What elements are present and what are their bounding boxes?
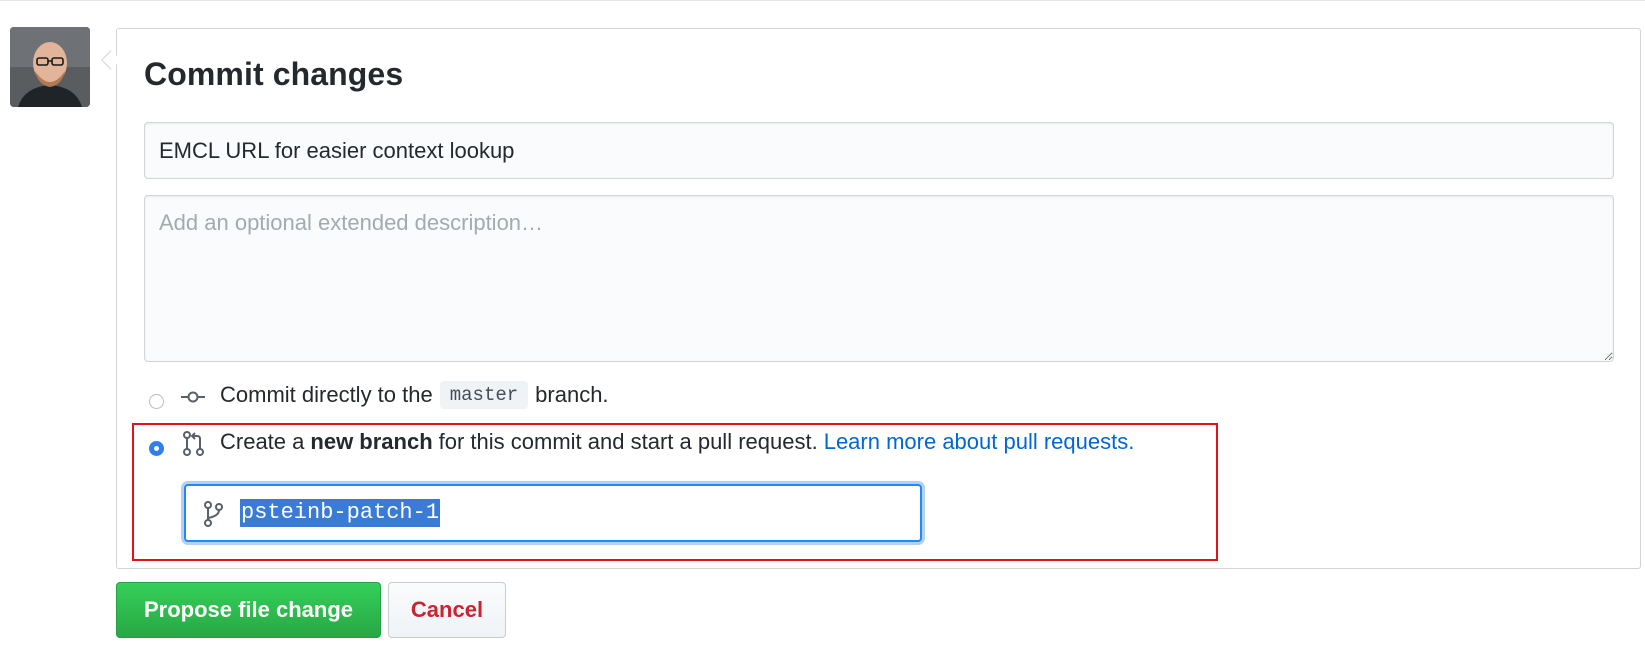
learn-more-pull-requests-link[interactable]: Learn more about pull requests.	[824, 429, 1135, 455]
commit-direct-prefix: Commit directly to the	[220, 382, 433, 407]
commit-title: Commit changes	[144, 56, 404, 92]
new-branch-radio[interactable]	[149, 441, 164, 456]
new-branch-prefix: Create a	[220, 429, 305, 454]
commit-description-textarea[interactable]	[144, 195, 1614, 362]
new-branch-suffix: for this commit and start a pull request…	[438, 429, 818, 454]
cancel-button[interactable]: Cancel	[388, 582, 506, 638]
git-commit-icon	[181, 391, 205, 403]
base-branch-name: master	[439, 381, 529, 409]
branch-name-value[interactable]: psteinb-patch-1	[240, 499, 441, 527]
new-branch-label[interactable]: Create a new branch for this commit and …	[220, 427, 1134, 457]
top-divider	[0, 0, 1645, 1]
git-branch-icon	[204, 501, 223, 527]
new-branch-bold: new branch	[310, 429, 433, 454]
avatar[interactable]	[10, 27, 90, 107]
commit-summary-input[interactable]	[144, 122, 1614, 179]
branch-name-input[interactable]: psteinb-patch-1	[184, 484, 922, 542]
commit-direct-suffix: branch.	[535, 382, 609, 407]
git-pull-request-icon	[183, 431, 204, 456]
commit-direct-radio[interactable]	[149, 394, 164, 409]
propose-file-change-button[interactable]: Propose file change	[116, 582, 381, 638]
commit-direct-label[interactable]: Commit directly to the master branch.	[220, 380, 609, 410]
